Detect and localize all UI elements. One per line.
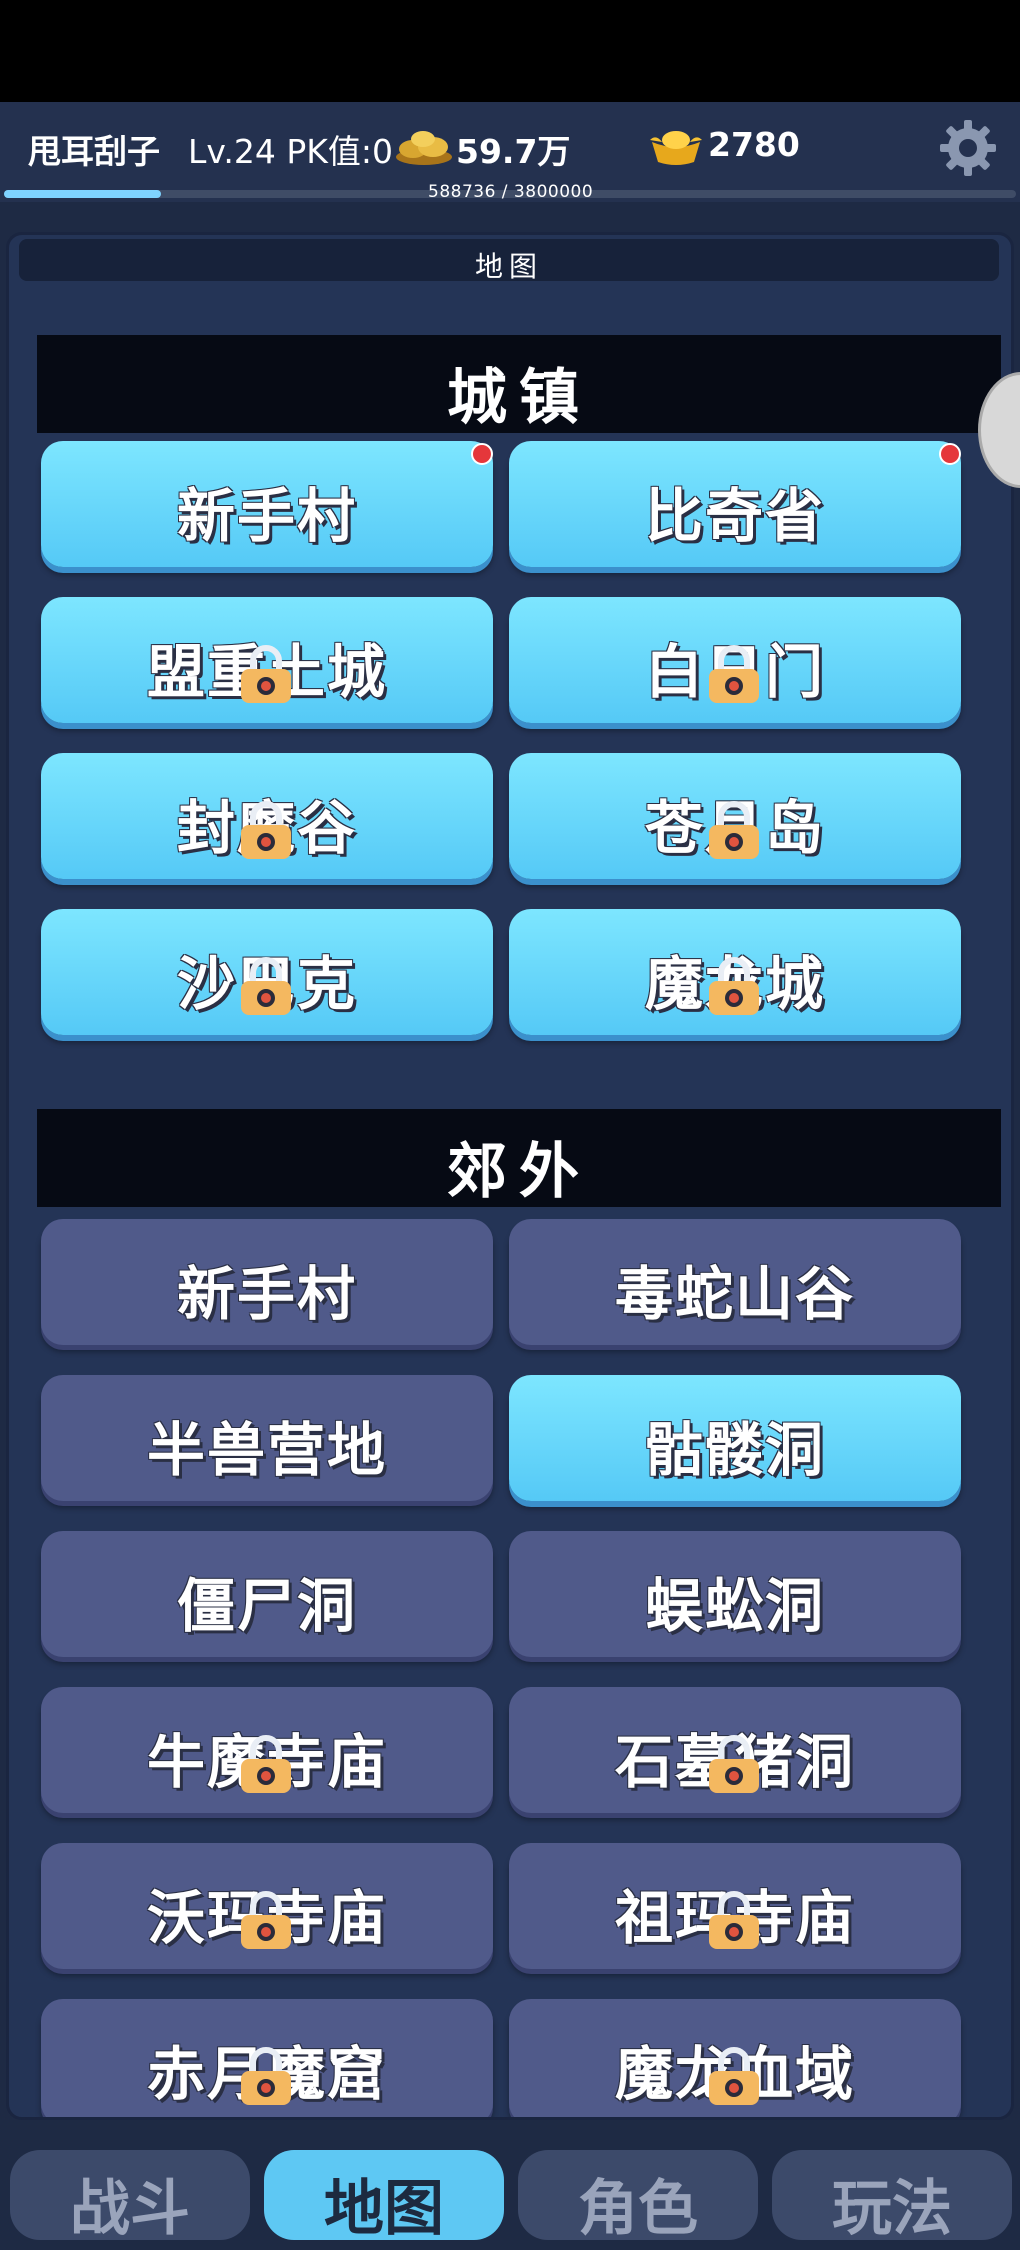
- panel-title: 地图: [474, 250, 543, 283]
- lock-icon: [707, 1733, 761, 1795]
- map-button-towns[interactable]: 苍月岛: [509, 753, 961, 879]
- lock-icon: [707, 1889, 761, 1951]
- map-button-towns[interactable]: 盟重土城: [41, 597, 493, 723]
- lock-icon: [707, 2045, 761, 2107]
- tab-character[interactable]: 角色: [518, 2150, 758, 2244]
- tab-label: 地图: [324, 2174, 444, 2244]
- map-button-outskirts[interactable]: 祖玛寺庙: [509, 1843, 961, 1969]
- map-button-outskirts[interactable]: 赤月魔窟: [41, 1999, 493, 2117]
- map-button-label: 蜈蚣洞: [644, 1572, 825, 1640]
- map-button-outskirts[interactable]: 牛魔寺庙: [41, 1687, 493, 1813]
- lock-icon: [707, 955, 761, 1017]
- gold-ingot-icon: [650, 131, 702, 165]
- map-button-towns[interactable]: 白日门: [509, 597, 961, 723]
- map-button-label: 比奇省: [644, 482, 825, 550]
- map-button-towns[interactable]: 封魔谷: [41, 753, 493, 879]
- player-name: 甩耳刮子: [28, 132, 160, 171]
- tab-label: 战斗: [70, 2174, 190, 2244]
- tab-battle[interactable]: 战斗: [10, 2150, 250, 2244]
- map-button-outskirts[interactable]: 沃玛寺庙: [41, 1843, 493, 1969]
- map-button-outskirts[interactable]: 魔龙血域: [509, 1999, 961, 2117]
- map-button-towns[interactable]: 魔龙城: [509, 909, 961, 1035]
- map-button-label: 半兽营地: [146, 1416, 387, 1484]
- gear-icon[interactable]: [938, 118, 998, 178]
- ingot-amount: 2780: [708, 125, 800, 164]
- lock-icon: [239, 1889, 293, 1951]
- lock-icon: [239, 955, 293, 1017]
- map-button-towns[interactable]: 新手村: [41, 441, 493, 567]
- gold-coins-icon: [396, 131, 452, 165]
- tab-label: 玩法: [832, 2174, 952, 2244]
- gold-amount: 59.7万: [456, 132, 571, 171]
- lock-icon: [239, 643, 293, 705]
- map-button-outskirts[interactable]: 石墓猪洞: [509, 1687, 961, 1813]
- map-button-outskirts[interactable]: 半兽营地: [41, 1375, 493, 1501]
- status-bar: [0, 0, 1020, 102]
- map-button-outskirts[interactable]: 僵尸洞: [41, 1531, 493, 1657]
- map-button-label: 新手村: [176, 1260, 357, 1328]
- tab-label: 角色: [578, 2174, 698, 2244]
- map-button-outskirts[interactable]: 骷髅洞: [509, 1375, 961, 1501]
- lock-icon: [239, 2045, 293, 2107]
- tab-map[interactable]: 地图: [264, 2150, 504, 2244]
- map-button-label: 新手村: [176, 482, 357, 550]
- map-panel: 地图 城镇 新手村比奇省盟重土城白日门封魔谷苍月岛沙巴克魔龙城 郊外 新手村毒蛇…: [6, 232, 1014, 2120]
- xp-progress-text: 588736 / 3800000: [428, 182, 594, 202]
- notification-dot: [939, 443, 961, 465]
- section-banner-outskirts: 郊外: [37, 1109, 1001, 1207]
- section-title-outskirts: 郊外: [447, 1137, 591, 1207]
- tab-gameplay[interactable]: 玩法: [772, 2150, 1012, 2244]
- map-button-towns[interactable]: 沙巴克: [41, 909, 493, 1035]
- section-banner-towns: 城镇: [37, 335, 1001, 433]
- lock-icon: [239, 799, 293, 861]
- map-button-outskirts[interactable]: 蜈蚣洞: [509, 1531, 961, 1657]
- map-button-label: 骷髅洞: [644, 1416, 825, 1484]
- map-button-towns[interactable]: 比奇省: [509, 441, 961, 567]
- player-level-pk: Lv.24 PK值:0: [188, 132, 393, 171]
- lock-icon: [239, 1733, 293, 1795]
- map-button-outskirts[interactable]: 毒蛇山谷: [509, 1219, 961, 1345]
- lock-icon: [707, 799, 761, 861]
- section-title-towns: 城镇: [447, 363, 591, 433]
- map-button-label: 毒蛇山谷: [614, 1260, 855, 1328]
- xp-progress-fill: [4, 190, 161, 198]
- map-button-outskirts[interactable]: 新手村: [41, 1219, 493, 1345]
- notification-dot: [471, 443, 493, 465]
- lock-icon: [707, 643, 761, 705]
- panel-header: 地图: [19, 239, 999, 283]
- map-button-label: 僵尸洞: [176, 1572, 357, 1640]
